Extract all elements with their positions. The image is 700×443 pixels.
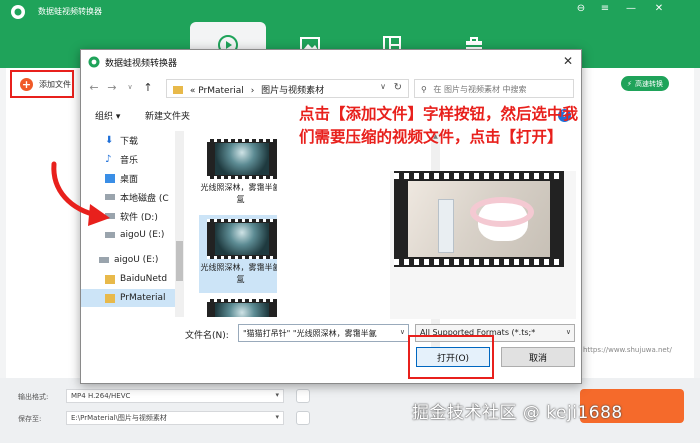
refresh-icon[interactable]: ↻ (394, 82, 402, 93)
watermark-url: https://www.shujuwa.net/ (583, 346, 672, 354)
open-folder-icon[interactable] (296, 411, 310, 425)
minimize-icon[interactable]: — (622, 3, 640, 14)
address-row: ← → ∨ ↑ « PrMaterial › 图片与视频素材 ∨ ↻ ⚲ 在 图… (81, 78, 581, 100)
drive-icon (105, 232, 115, 238)
address-bar[interactable]: « PrMaterial › 图片与视频素材 ∨ ↻ (166, 79, 409, 98)
app-logo-icon (88, 56, 100, 68)
folder-icon (105, 293, 115, 303)
chevron-down-icon: ∨ (565, 328, 571, 336)
dialog-title-bar: 数据蛙视频转换器 ✕ (81, 50, 581, 74)
close-icon[interactable]: ✕ (650, 3, 668, 14)
high-speed-convert-button[interactable]: ⚡ 高速转换 (621, 76, 669, 91)
chevron-down-icon[interactable]: ∨ (380, 82, 386, 91)
nav-item-downloads[interactable]: ⬇ 下载 (81, 131, 184, 149)
filename-label: 文件名(N): (185, 331, 229, 341)
preview-pane (390, 171, 576, 319)
breadcrumb-prmaterial[interactable]: PrMaterial (198, 86, 244, 96)
bolt-icon: ⚡ (627, 79, 632, 88)
nav-item-drive-e-2[interactable]: aigoU (E:) (81, 251, 184, 269)
folder-icon (173, 86, 183, 94)
file-list: 光线照深林，雾霭半氤氲 光线照深林，雾霭半氤氲 (194, 131, 277, 317)
app-title: 数据蛙视频转换器 (38, 7, 102, 16)
file-item[interactable]: 光线照深林，雾霭半氤氲 (199, 135, 277, 213)
dialog-title: 数据蛙视频转换器 (105, 59, 178, 69)
video-thumbnail (207, 139, 277, 179)
highlight-open-button (408, 335, 494, 379)
search-icon: ⚲ (421, 85, 427, 94)
save-to-select[interactable]: E:\PrMaterial\图片与视频素材 ▾ (66, 411, 284, 425)
nav-scrollbar[interactable] (175, 131, 184, 317)
output-format-select[interactable]: MP4 H.264/HEVC ▾ (66, 389, 284, 403)
drive-icon (99, 257, 109, 263)
instruction-annotation: 点击【添加文件】字样按钮，然后选中我们需要压缩的视频文件，点击【打开】 (299, 105, 579, 146)
video-thumbnail (207, 299, 277, 317)
forward-arrow-icon[interactable]: → (105, 81, 119, 94)
red-arrow-icon (51, 161, 110, 226)
file-item-selected[interactable]: 光线照深林，雾霭半氤氲 (199, 215, 277, 293)
chevron-down-icon: ▾ (275, 413, 279, 421)
file-item[interactable] (199, 295, 277, 317)
open-file-dialog: 数据蛙视频转换器 ✕ ← → ∨ ↑ « PrMaterial › 图片与视频素… (80, 49, 582, 384)
breadcrumb-media[interactable]: 图片与视频素材 (261, 86, 324, 96)
nav-item-prmaterial[interactable]: PrMaterial (81, 289, 184, 307)
chevron-down-icon[interactable]: ∨ (399, 328, 405, 336)
feedback-icon[interactable]: ⊖ (572, 3, 590, 14)
format-settings-icon[interactable] (296, 389, 310, 403)
cancel-button[interactable]: 取消 (501, 347, 575, 367)
save-to-label: 保存至: (18, 415, 42, 423)
file-name: 光线照深林，雾霭半氤氲 (200, 183, 278, 204)
new-folder-button[interactable]: 新建文件夹 (145, 109, 190, 122)
close-icon[interactable]: ✕ (563, 54, 573, 68)
video-thumbnail (207, 219, 277, 259)
menu-icon[interactable]: ≡ (596, 3, 614, 14)
folder-icon (105, 274, 115, 284)
watermark-text: 掘金技术社区 @ keji1688 (412, 403, 623, 423)
search-input[interactable]: ⚲ 在 图片与视频素材 中搜索 (414, 79, 574, 98)
chevron-down-icon: ▾ (275, 391, 279, 399)
organize-button[interactable]: 组织 ▾ (95, 109, 120, 122)
recent-dropdown-icon[interactable]: ∨ (123, 83, 137, 91)
nav-item-baidunetdisk[interactable]: BaiduNetd (81, 270, 184, 288)
back-arrow-icon[interactable]: ← (87, 81, 101, 94)
up-arrow-icon[interactable]: ↑ (141, 81, 155, 94)
filename-input[interactable]: "猫猫打吊针" "光线照深林，雾霭半氤 ∨ (238, 324, 409, 342)
highlight-add-file (10, 70, 74, 98)
app-logo-icon (11, 5, 25, 19)
file-name: 光线照深林，雾霭半氤氲 (200, 263, 278, 284)
preview-image (408, 181, 550, 257)
download-icon: ⬇ (105, 134, 114, 146)
output-format-label: 输出格式: (18, 393, 49, 401)
preview-filmstrip (394, 171, 564, 267)
